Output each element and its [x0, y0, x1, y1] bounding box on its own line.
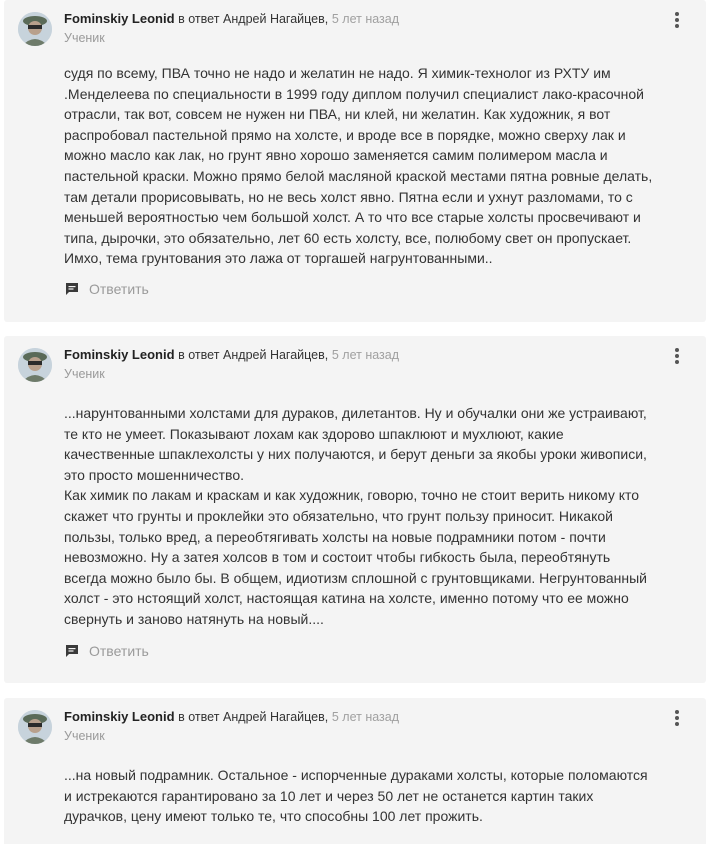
author-role: Ученик: [64, 729, 105, 743]
more-options-button[interactable]: [672, 708, 682, 728]
comment-text: ...нарунтованными холстами для дураков, …: [64, 405, 647, 627]
avatar[interactable]: [18, 710, 52, 744]
more-options-button[interactable]: [672, 346, 682, 366]
reply-button-label: Ответить: [89, 643, 149, 659]
comment-icon: [66, 283, 78, 295]
comments-feed: Fominskiy Leonid в ответ Андрей Нагайцев…: [0, 0, 716, 844]
user-avatar-icon: [18, 710, 52, 744]
author-role: Ученик: [64, 367, 105, 381]
user-avatar-icon: [18, 12, 52, 46]
separator: ,: [324, 12, 329, 26]
timestamp: 5 лет назад: [331, 12, 400, 26]
reply-to-label: в ответ: [178, 710, 220, 724]
author-name[interactable]: Fominskiy Leonid: [64, 709, 175, 724]
reply-button-label: Ответить: [89, 281, 149, 297]
timestamp: 5 лет назад: [331, 348, 400, 362]
separator: ,: [324, 348, 329, 362]
more-vertical-icon: [672, 710, 682, 726]
comment-header: Fominskiy Leonid в ответ Андрей Нагайцев…: [64, 10, 399, 28]
author-role: Ученик: [64, 31, 105, 45]
more-vertical-icon: [672, 12, 682, 28]
avatar[interactable]: [18, 12, 52, 46]
separator: ,: [324, 710, 329, 724]
reply-to-user[interactable]: Андрей Нагайцев: [223, 710, 325, 724]
reply-to-label: в ответ: [178, 12, 220, 26]
comment-text: ...на новый подрамник. Остальное - испор…: [64, 767, 648, 825]
avatar[interactable]: [18, 348, 52, 382]
comment-text: судя по всему, ПВА точно не надо и желат…: [64, 65, 653, 267]
comment-header: Fominskiy Leonid в ответ Андрей Нагайцев…: [64, 346, 399, 364]
comment-header: Fominskiy Leonid в ответ Андрей Нагайцев…: [64, 708, 399, 726]
timestamp: 5 лет назад: [331, 710, 400, 724]
comment-icon: [66, 645, 78, 657]
author-name[interactable]: Fominskiy Leonid: [64, 347, 175, 362]
reply-button[interactable]: Ответить: [65, 642, 149, 660]
comment-card: Fominskiy Leonid в ответ Андрей Нагайцев…: [4, 0, 706, 322]
comment-card: Fominskiy Leonid в ответ Андрей Нагайцев…: [4, 698, 706, 844]
more-options-button[interactable]: [672, 10, 682, 30]
reply-to-label: в ответ: [178, 348, 220, 362]
reply-button[interactable]: Ответить: [65, 280, 149, 298]
reply-to-user[interactable]: Андрей Нагайцев: [223, 12, 325, 26]
author-name[interactable]: Fominskiy Leonid: [64, 11, 175, 26]
reply-to-user[interactable]: Андрей Нагайцев: [223, 348, 325, 362]
more-vertical-icon: [672, 348, 682, 364]
user-avatar-icon: [18, 348, 52, 382]
comment-card: Fominskiy Leonid в ответ Андрей Нагайцев…: [4, 336, 706, 683]
